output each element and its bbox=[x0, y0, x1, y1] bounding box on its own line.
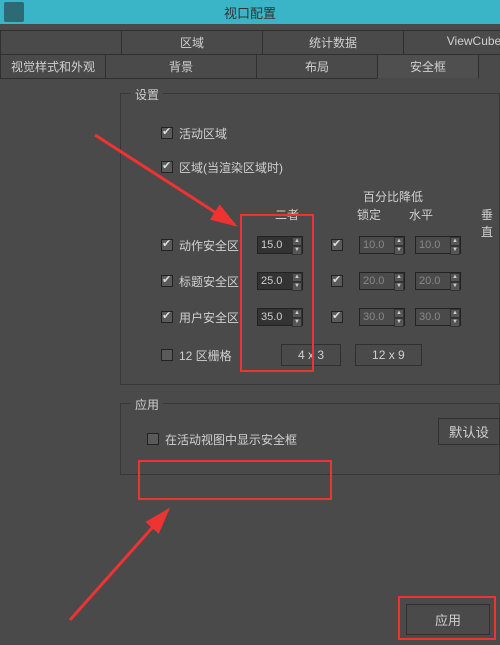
spin-down-icon[interactable]: ▼ bbox=[450, 318, 460, 327]
grid-row: 12 区栅格 4 x 3 12 x 9 bbox=[157, 344, 485, 366]
spin-up-icon[interactable]: ▲ bbox=[450, 237, 460, 246]
grid-4x3-button[interactable]: 4 x 3 bbox=[281, 344, 341, 366]
titlebar: 视口配置 bbox=[0, 0, 500, 24]
show-in-active-label: 在活动视图中显示安全框 bbox=[165, 431, 297, 448]
tab-background[interactable]: 背景 bbox=[105, 54, 257, 79]
zone-render-row: 区域(当渲染区域时) bbox=[157, 158, 485, 176]
header-both: 二者 bbox=[275, 206, 299, 223]
show-in-active-checkbox[interactable] bbox=[147, 433, 159, 445]
user-safe-lock-checkbox[interactable] bbox=[331, 311, 343, 323]
apply-button[interactable]: 应用 bbox=[406, 604, 490, 635]
spin-down-icon[interactable]: ▼ bbox=[292, 282, 302, 291]
title-safe-row: 标题安全区 ▲▼ ▲▼ ▲▼ bbox=[157, 272, 485, 290]
header-vert: 垂直 bbox=[481, 206, 493, 240]
tab-viewcube[interactable]: ViewCube bbox=[403, 30, 500, 55]
spin-down-icon[interactable]: ▼ bbox=[394, 282, 404, 291]
user-safe-checkbox[interactable] bbox=[161, 311, 173, 323]
zone-render-label: 区域(当渲染区域时) bbox=[179, 159, 283, 176]
spin-up-icon[interactable]: ▲ bbox=[394, 237, 404, 246]
tab-region[interactable]: 区域 bbox=[121, 30, 263, 55]
action-safe-row: 动作安全区 ▲▼ ▲▼ ▲▼ bbox=[157, 236, 485, 254]
header-pct-reduce: 百分比降低 bbox=[363, 188, 423, 205]
spin-up-icon[interactable]: ▲ bbox=[394, 309, 404, 318]
app-icon bbox=[4, 2, 24, 22]
header-lock: 锁定 bbox=[357, 206, 381, 223]
action-safe-label: 动作安全区 bbox=[179, 237, 239, 254]
tab-layout[interactable]: 布局 bbox=[256, 54, 378, 79]
apply-group-title: 应用 bbox=[131, 396, 163, 413]
spin-down-icon[interactable]: ▼ bbox=[394, 246, 404, 255]
twelve-grid-label: 12 区栅格 bbox=[179, 347, 232, 364]
active-zone-row: 活动区域 bbox=[157, 124, 485, 142]
action-safe-lock-checkbox[interactable] bbox=[331, 239, 343, 251]
header-horiz: 水平 bbox=[409, 206, 433, 223]
grid-12x9-button[interactable]: 12 x 9 bbox=[355, 344, 422, 366]
spin-up-icon[interactable]: ▲ bbox=[292, 273, 302, 282]
show-in-active-row: 在活动视图中显示安全框 bbox=[143, 430, 485, 448]
tab-stats[interactable]: 统计数据 bbox=[262, 30, 404, 55]
apply-group: 应用 在活动视图中显示安全框 默认设 bbox=[120, 403, 500, 475]
default-settings-button[interactable]: 默认设 bbox=[438, 418, 500, 445]
active-zone-label: 活动区域 bbox=[179, 125, 227, 142]
tab-safe-frame[interactable]: 安全框 bbox=[377, 54, 479, 79]
twelve-grid-checkbox[interactable] bbox=[161, 349, 173, 361]
title-safe-checkbox[interactable] bbox=[161, 275, 173, 287]
spin-down-icon[interactable]: ▼ bbox=[292, 318, 302, 327]
user-safe-label: 用户安全区 bbox=[179, 309, 239, 326]
user-safe-row: 用户安全区 ▲▼ ▲▼ ▲▼ bbox=[157, 308, 485, 326]
window-title: 视口配置 bbox=[224, 3, 276, 22]
tab-row-2: 视觉样式和外观 背景 布局 安全框 bbox=[0, 54, 500, 79]
title-safe-label: 标题安全区 bbox=[179, 273, 239, 290]
active-zone-checkbox[interactable] bbox=[161, 127, 173, 139]
title-safe-lock-checkbox[interactable] bbox=[331, 275, 343, 287]
spin-down-icon[interactable]: ▼ bbox=[292, 246, 302, 255]
spin-down-icon[interactable]: ▼ bbox=[394, 318, 404, 327]
settings-group-title: 设置 bbox=[131, 86, 163, 103]
spin-up-icon[interactable]: ▲ bbox=[450, 309, 460, 318]
tab-spacer bbox=[0, 30, 122, 55]
settings-group: 设置 活动区域 区域(当渲染区域时) 百分比降低 二者 锁定 水平 垂直 动作安… bbox=[120, 93, 500, 385]
spin-down-icon[interactable]: ▼ bbox=[450, 282, 460, 291]
spin-up-icon[interactable]: ▲ bbox=[292, 309, 302, 318]
spin-down-icon[interactable]: ▼ bbox=[450, 246, 460, 255]
tabs-container: 区域 统计数据 ViewCube 视觉样式和外观 背景 布局 安全框 bbox=[0, 30, 500, 79]
tab-visual-style[interactable]: 视觉样式和外观 bbox=[0, 54, 106, 79]
spin-up-icon[interactable]: ▲ bbox=[394, 273, 404, 282]
spin-up-icon[interactable]: ▲ bbox=[292, 237, 302, 246]
action-safe-checkbox[interactable] bbox=[161, 239, 173, 251]
spin-up-icon[interactable]: ▲ bbox=[450, 273, 460, 282]
tab-row-1: 区域 统计数据 ViewCube bbox=[0, 30, 500, 55]
zone-render-checkbox[interactable] bbox=[161, 161, 173, 173]
